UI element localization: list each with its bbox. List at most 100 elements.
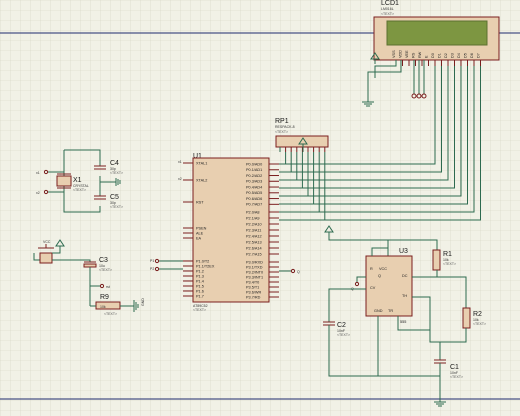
svg-text:<TEXT>: <TEXT> [110,205,123,209]
svg-text:C2: C2 [337,322,346,329]
u1-left-pin-label: P1.5 [196,284,204,288]
net-label-x2: x2 [36,191,40,195]
lcd-pin-label: D4 [457,53,461,58]
lcd-pin-label: D7 [477,53,481,58]
svg-text:<TEXT>: <TEXT> [193,308,206,312]
svg-text:VCC: VCC [379,267,387,271]
svg-text:<TEXT>: <TEXT> [73,188,86,192]
u1-left-pin-label: P1.4 [196,279,204,283]
svg-text:X1: X1 [73,177,82,184]
u1-right-pin-label: P2.3/A11 [246,228,261,232]
u1-right-pin-label: P2.2/A10 [246,222,262,226]
u1-right-pin-label: P0.6/AD6 [246,197,262,201]
u1-right-pin-label: P3.4/T0 [246,280,259,284]
crystal-x1[interactable] [56,175,72,187]
lcd-pin-label: D0 [431,53,435,58]
svg-text:<TEXT>: <TEXT> [110,171,123,175]
u1-right-pin-label: P2.0/A8 [246,210,260,214]
net-label-q-u1: Q [297,270,300,274]
svg-text:<TEXT>: <TEXT> [443,262,456,266]
svg-text:C4: C4 [110,160,119,167]
u1-component[interactable]: U1 AT89C52 <TEXT> XTAL1XTAL2RSTPSENALEEA… [183,153,279,312]
net-label-x2-u1: x2 [178,177,182,181]
lcd-pin-label: D5 [464,53,468,58]
u1-right-pin-label: P2.4/A12 [246,234,262,238]
svg-text:GND: GND [141,298,145,306]
svg-text:TR: TR [388,309,393,313]
u1-left-pin-label: P1.7 [196,294,204,298]
lcd-pin-label: D1 [438,53,442,58]
u1-right-pin-label: P3.7/RD [246,295,261,299]
svg-text:R9: R9 [100,294,109,301]
lcd-pin-label: VDD [399,50,403,58]
u1-right-pin-label: P0.3/AD3 [246,180,262,184]
lcd-pin-label: D2 [444,53,448,58]
u1-right-pin-label: P3.3/INT1 [246,275,263,279]
u1-right-pin-label: P0.1/AD1 [246,168,262,172]
u1-left-pin-label: EA [196,236,202,240]
net-label-x1-u1: x1 [178,160,182,164]
lcd-screen [386,20,488,46]
svg-text:GND: GND [374,309,383,313]
u1-right-pin-label: P3.6/WR [246,290,261,294]
u1-right-pin-label: P2.1/A9 [246,216,260,220]
u1-right-pin-label: P3.1/TXD [246,265,263,269]
lcd-pin-label: D6 [470,53,474,58]
u1-left-pin-label: P1.2 [196,269,204,273]
lcd-pin-label: VSS [392,50,396,58]
svg-text:CV: CV [370,286,376,290]
svg-text:VCC: VCC [43,240,51,244]
r2-body[interactable] [462,307,471,329]
svg-text:DC: DC [402,274,408,278]
u1-right-pin-label: P2.7/A15 [246,252,262,256]
svg-text:C5: C5 [110,194,119,201]
u1-right-pin-label: P0.0/AD0 [246,162,262,166]
u1-right-pin-label: P0.4/AD4 [246,185,262,189]
svg-text:<TEXT>: <TEXT> [337,333,350,337]
u1-left-pin-label: P1.0/T2 [196,259,209,263]
lcd-pin-label: D3 [451,53,455,58]
u1-left-pin-label: ALE [196,231,204,235]
svg-text:C1: C1 [450,364,459,371]
schematic-canvas: LCD1 LM016L <TEXT> VSS VDD VEE RS RW E D0 D1 D2 D… [0,0,520,416]
u1-left-pin-label: RST [196,200,204,204]
net-label-x1: x1 [36,171,40,175]
r1-body[interactable] [432,249,441,271]
svg-text:Q: Q [378,274,381,278]
u1-left-pin-label: P1.3 [196,274,204,278]
u1-right-pin-label: P0.5/AD5 [246,191,262,195]
lcd-pin-label: RS [412,52,416,58]
u1-right-pin-label: P2.5/A13 [246,240,262,244]
svg-text:LCD1: LCD1 [381,0,399,7]
u1-left-pin-label: XTAL2 [196,178,207,182]
svg-text:<TEXT>: <TEXT> [104,312,117,316]
svg-text:RESPACK-8: RESPACK-8 [275,125,295,129]
svg-text:RP1: RP1 [275,118,289,125]
u1-right-pin-label: P0.7/AD7 [246,203,262,207]
svg-text:<TEXT>: <TEXT> [99,268,112,272]
u1-left-pin-label: P1.1/T2EX [196,264,215,268]
u1-left-pin-label: P1.6 [196,289,204,293]
svg-text:R2: R2 [473,311,482,318]
u1-right-pin-label: P3.2/INT0 [246,270,263,274]
svg-text:LM016L: LM016L [381,7,394,11]
net-label-rst: rst [106,285,110,289]
svg-text:555: 555 [400,320,406,324]
reset-button[interactable] [39,252,53,264]
svg-text:R1: R1 [443,251,452,258]
u1-right-pin-label: P3.5/T1 [246,285,259,289]
net-label-p11: P2 [150,267,154,271]
net-label-p10: P1 [150,259,154,263]
lcd-pin-label: VEE [405,50,409,58]
svg-text:TH: TH [402,294,407,298]
u1-right-pin-label: P3.0/RXD [246,260,263,264]
svg-text:R: R [370,267,373,271]
u1-right-pin-label: P0.2/AD2 [246,174,262,178]
svg-text:<TEXT>: <TEXT> [381,12,394,16]
u1-left-pin-label: PSEN [196,226,207,230]
svg-text:C3: C3 [99,257,108,264]
svg-text:<TEXT>: <TEXT> [275,130,288,134]
svg-text:10k: 10k [100,305,106,309]
u1-left-pin-label: XTAL1 [196,161,207,165]
c3-plate-bottom [83,263,97,268]
